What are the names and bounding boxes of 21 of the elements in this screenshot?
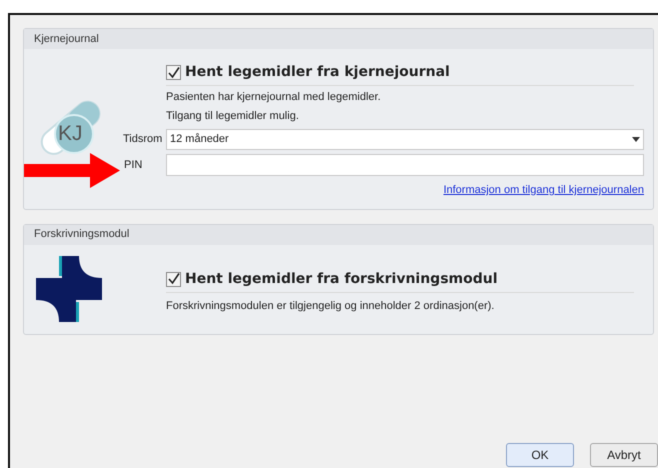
field-label: PIN [123,158,144,173]
dialog-button[interactable]: OK [506,443,574,467]
dialog-button[interactable]: Avbryt [590,443,658,467]
checkbox-label: Hent legemidler fra forskrivningsmodul [185,270,498,288]
checkbox[interactable] [166,65,181,80]
info-text: Tilgang til legemidler mulig. [166,109,300,123]
panel-title: Kjernejournal [34,32,99,47]
cross-logo [36,256,102,322]
checkbox[interactable] [166,272,181,286]
pin-field[interactable] [166,154,644,176]
panel-title: Forskrivningsmodul [34,227,130,242]
check-icon [168,273,180,285]
field-label: Tidsrom [122,132,164,148]
arrow-icon [24,153,120,188]
checkbox-label: Hent legemidler fra kjernejournal [185,63,450,82]
info-text: Pasienten har kjernejournal med legemidler. [166,90,382,104]
check-icon [168,66,180,78]
caret-icon [632,137,640,142]
info-link[interactable]: Informasjon om tilgang til kjernejournalen [443,182,644,198]
dropdown[interactable]: 12 måneder [166,129,644,150]
info-text: Forskrivningsmodulen er tilgjengelig og inneholder 2 ordinasjon(er). [166,298,496,312]
